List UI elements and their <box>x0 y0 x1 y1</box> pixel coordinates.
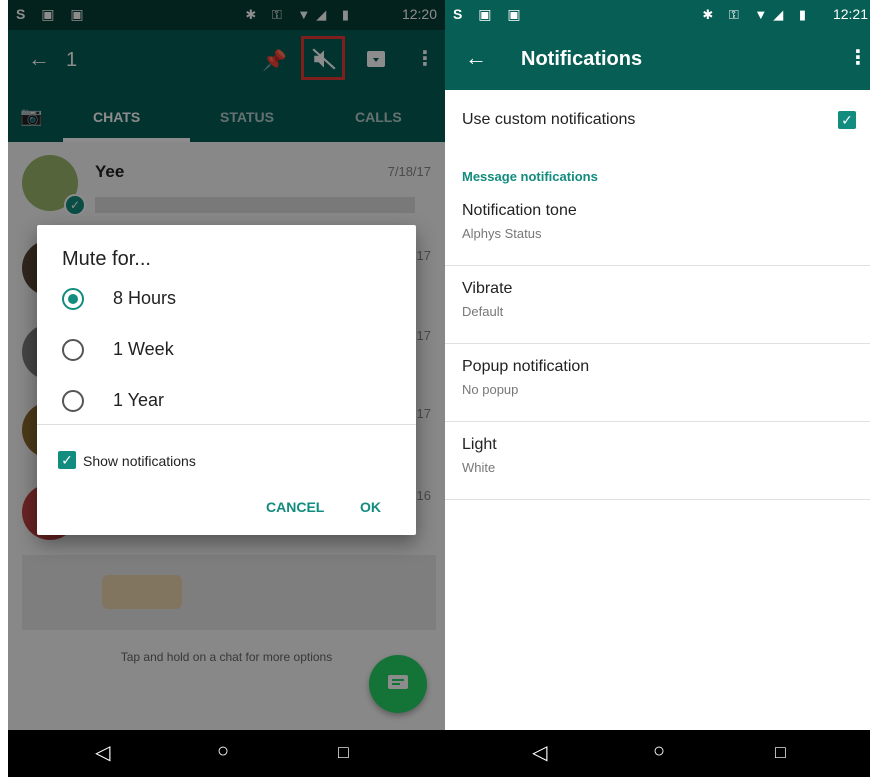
setting-notification-tone[interactable]: Notification tone Alphys Status <box>445 187 870 266</box>
nav-back-icon[interactable]: ◁ <box>532 740 547 765</box>
setting-value: Alphys Status <box>462 226 542 241</box>
use-custom-notifications-row[interactable]: Use custom notifications ✓ <box>445 90 870 150</box>
radio-button[interactable] <box>62 288 84 310</box>
setting-value: No popup <box>462 382 519 397</box>
nav-back-icon[interactable]: ◁ <box>95 740 110 765</box>
more-options-icon[interactable]: ⋮ <box>848 45 868 70</box>
dialog-title: Mute for... <box>62 248 151 270</box>
setting-popup-notification[interactable]: Popup notification No popup <box>445 343 870 422</box>
custom-notifications-checkbox[interactable]: ✓ <box>838 111 856 129</box>
setting-title: Light <box>462 436 497 453</box>
setting-title: Popup notification <box>462 358 590 375</box>
notification-icons: S ▣ ▣ <box>453 6 527 22</box>
section-header: Message notifications <box>462 169 598 184</box>
custom-notifications-label: Use custom notifications <box>462 111 636 128</box>
nav-home-icon[interactable]: ○ <box>653 740 665 763</box>
notifications-settings-screen: S ▣ ▣ ✱ ⚿ ▼◢ ▮ 12:21 ← Notifications ⋮ U… <box>445 0 870 777</box>
nav-recents-icon[interactable]: □ <box>338 742 349 763</box>
setting-light[interactable]: Light White <box>445 421 870 500</box>
option-8-hours[interactable]: 8 Hours <box>37 283 416 325</box>
nav-home-icon[interactable]: ○ <box>217 740 229 763</box>
status-bar: S ▣ ▣ ✱ ⚿ ▼◢ ▮ 12:21 <box>445 0 870 30</box>
radio-button[interactable] <box>62 339 84 361</box>
nav-recents-icon[interactable]: □ <box>775 742 786 763</box>
option-label: 1 Year <box>113 390 165 410</box>
cancel-button[interactable]: CANCEL <box>266 499 324 515</box>
divider <box>37 424 416 425</box>
system-icons: ✱ ⚿ ▼◢ ▮ <box>702 7 812 22</box>
back-arrow-icon[interactable]: ← <box>465 45 487 71</box>
option-label: 1 Week <box>113 339 174 359</box>
setting-title: Notification tone <box>462 202 577 219</box>
status-time: 12:21 <box>832 6 868 22</box>
mute-dialog: Mute for... 8 Hours 1 Week 1 Year ✓ Show… <box>37 225 416 535</box>
whatsapp-chats-screen: S ▣ ▣ ✱ ⚿ ▼◢ ▮ 12:20 ← 1 📌 ⋮ 📷 CHATS STA… <box>8 0 445 777</box>
radio-button[interactable] <box>62 390 84 412</box>
option-1-week[interactable]: 1 Week <box>37 334 416 376</box>
option-label: 8 Hours <box>113 288 177 308</box>
option-1-year[interactable]: 1 Year <box>37 385 416 427</box>
setting-value: Default <box>462 304 504 319</box>
setting-value: White <box>462 460 496 475</box>
ok-button[interactable]: OK <box>360 499 381 515</box>
app-toolbar: ← Notifications ⋮ <box>445 30 870 90</box>
setting-vibrate[interactable]: Vibrate Default <box>445 265 870 344</box>
page-title: Notifications <box>521 48 643 70</box>
show-notifications-checkbox[interactable]: ✓ <box>58 451 76 469</box>
navigation-bar: ◁ ○ □ <box>8 730 445 777</box>
setting-title: Vibrate <box>462 280 513 297</box>
show-notifications-label: Show notifications <box>83 453 196 469</box>
navigation-bar: ◁ ○ □ <box>445 730 870 777</box>
